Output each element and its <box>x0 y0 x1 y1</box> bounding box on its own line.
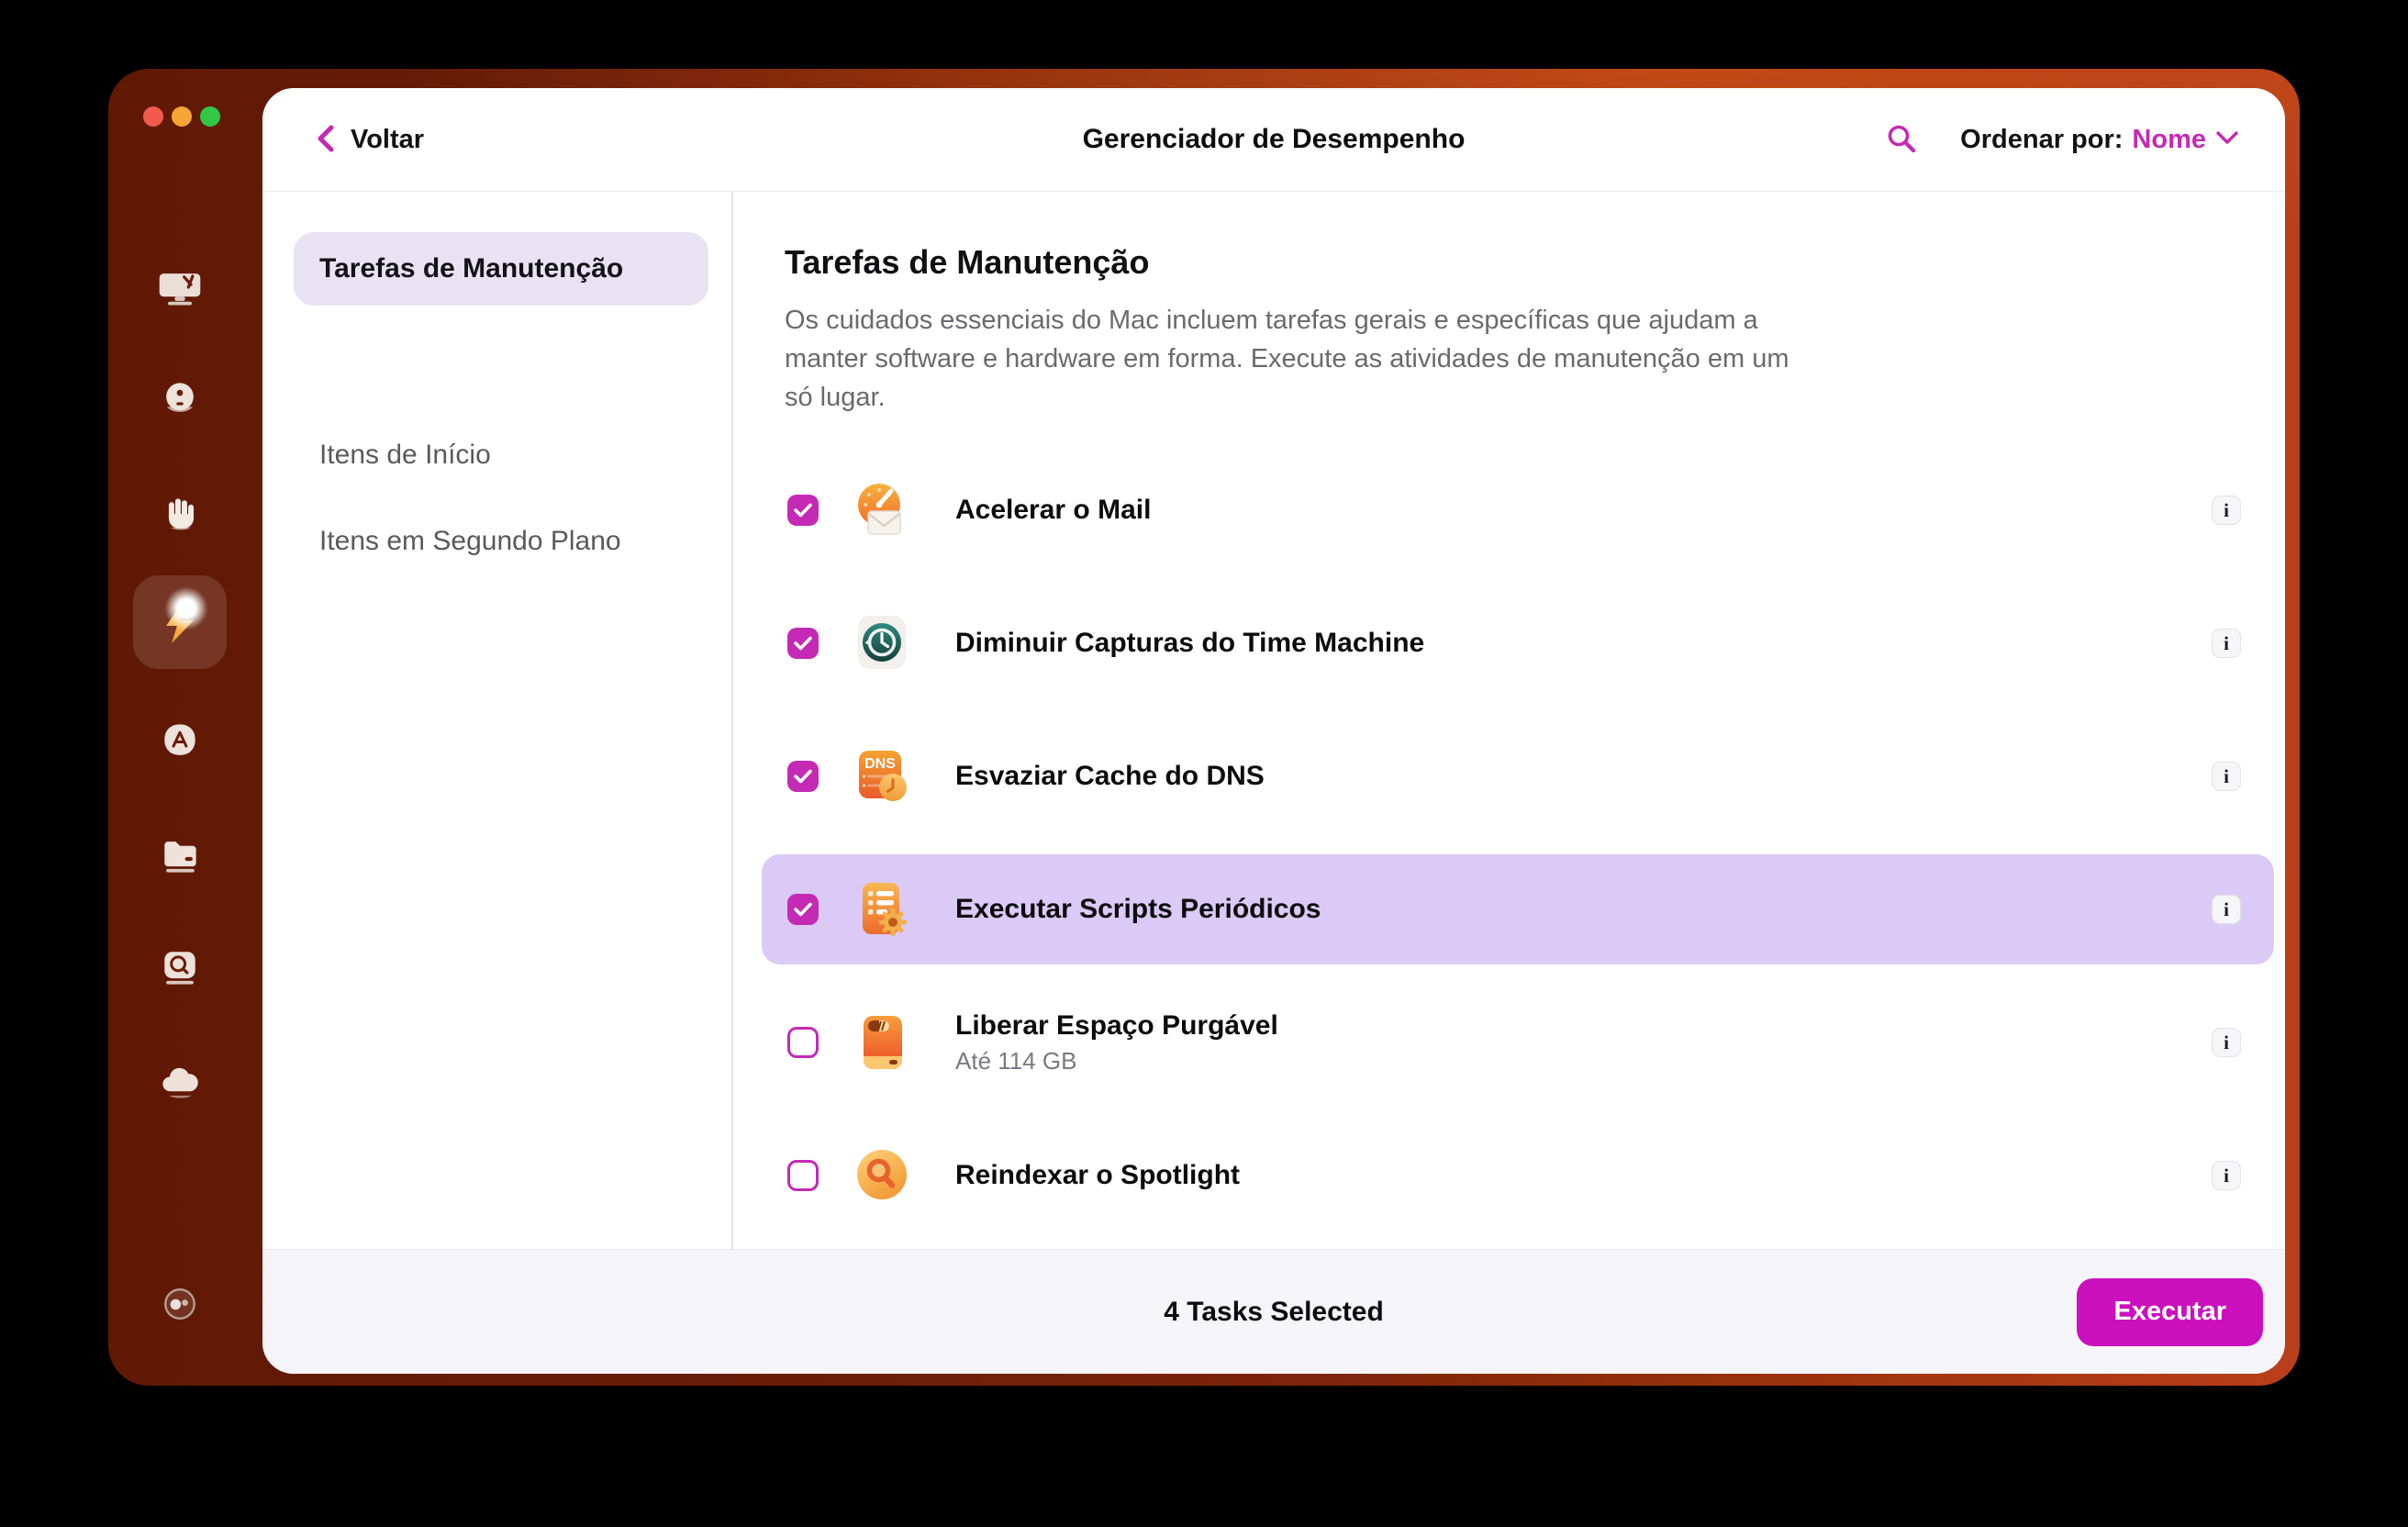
app-window: Voltar Gerenciador de Desempenho Orde <box>108 69 2300 1386</box>
chevron-down-icon <box>2215 130 2239 150</box>
back-label: Voltar <box>351 125 424 155</box>
back-button[interactable]: Voltar <box>314 124 424 156</box>
svg-text:DNS: DNS <box>864 756 896 772</box>
task-checkbox[interactable] <box>787 1027 819 1058</box>
info-icon: i <box>2224 1166 2229 1186</box>
rail-item-assistant[interactable] <box>156 1280 204 1328</box>
info-icon: i <box>2224 1033 2229 1053</box>
rail-item-cleanup[interactable] <box>156 263 204 311</box>
window-controls <box>143 106 220 127</box>
section-heading: Tarefas de Manutenção <box>785 244 2285 281</box>
scripts-gear-icon <box>853 880 911 939</box>
info-button[interactable]: i <box>2212 1028 2241 1057</box>
footer: 4 Tasks Selected Executar <box>262 1249 2285 1374</box>
header: Voltar Gerenciador de Desempenho Orde <box>262 88 2285 192</box>
task-checkbox[interactable] <box>787 761 819 792</box>
task-checkbox[interactable] <box>787 894 819 925</box>
notification-dot <box>165 587 207 630</box>
selected-count-status: 4 Tasks Selected <box>1164 1297 1384 1328</box>
nav-item-label: Itens de Início <box>319 440 491 471</box>
description-line: só lugar. <box>785 378 2285 417</box>
page-title: Gerenciador de Desempenho <box>1083 124 1466 155</box>
app-store-icon <box>156 718 204 765</box>
rail-item-space-lens[interactable] <box>156 943 204 991</box>
task-list: Acelerar o Mail i <box>762 455 2274 1231</box>
info-icon: i <box>2224 900 2229 920</box>
sort-value: Nome <box>2132 125 2206 155</box>
info-button[interactable]: i <box>2212 895 2241 924</box>
info-icon: i <box>2224 767 2229 786</box>
info-button[interactable]: i <box>2212 762 2241 791</box>
chevron-left-icon <box>314 124 336 156</box>
info-button[interactable]: i <box>2212 629 2241 658</box>
section-nav: Tarefas de Manutenção Itens de Início It… <box>262 192 733 1249</box>
sort-label: Ordenar por: <box>1960 125 2123 155</box>
rail-item-protection[interactable] <box>156 491 204 539</box>
task-checkbox[interactable] <box>787 495 819 526</box>
task-row-purgeable-space: Liberar Espaço Purgável Até 114 GB i <box>762 987 2274 1098</box>
task-row-speed-up-mail: Acelerar o Mail i <box>762 455 2274 565</box>
search-button[interactable] <box>1885 122 1918 158</box>
monitor-cleanup-icon <box>156 263 204 311</box>
nav-item-label: Tarefas de Manutenção <box>319 253 623 284</box>
task-row-dns-cache: DNS Esvaziar Cache do DNS i <box>762 721 2274 831</box>
task-checkbox[interactable] <box>787 628 819 659</box>
spotlight-icon <box>853 1146 911 1205</box>
disk-search-icon <box>156 943 204 991</box>
zoom-window-button[interactable] <box>200 106 220 127</box>
task-label: Liberar Espaço Purgável <box>955 1010 1278 1042</box>
nav-item-label: Itens em Segundo Plano <box>319 526 621 557</box>
header-actions: Ordenar por: Nome <box>1885 122 2285 158</box>
rail-item-smart-scan[interactable] <box>156 376 204 424</box>
screen: Voltar Gerenciador de Desempenho Orde <box>0 0 2408 1527</box>
run-button[interactable]: Executar <box>2077 1278 2263 1346</box>
task-label: Reindexar o Spotlight <box>955 1160 1240 1191</box>
task-row-time-machine: Diminuir Capturas do Time Machine i <box>762 588 2274 698</box>
folder-icon <box>156 831 204 879</box>
nav-item-login-items[interactable]: Itens de Início <box>294 418 708 492</box>
task-sublabel: Até 114 GB <box>955 1047 1278 1076</box>
assistant-orb-icon <box>156 1280 204 1328</box>
task-row-periodic-scripts: Executar Scripts Periódicos i <box>762 854 2274 964</box>
task-row-reindex-spotlight: Reindexar o Spotlight i <box>762 1120 2274 1231</box>
close-window-button[interactable] <box>143 106 163 127</box>
task-label: Acelerar o Mail <box>955 495 1151 526</box>
orb-icon <box>156 376 204 424</box>
content-panel: Voltar Gerenciador de Desempenho Orde <box>262 88 2285 1374</box>
task-label: Diminuir Capturas do Time Machine <box>955 628 1424 659</box>
task-label: Executar Scripts Periódicos <box>955 894 1321 925</box>
nav-item-maintenance-tasks[interactable]: Tarefas de Manutenção <box>294 232 708 306</box>
hand-protection-icon <box>156 491 204 539</box>
rail-item-performance[interactable] <box>156 598 204 646</box>
nav-item-background-items[interactable]: Itens em Segundo Plano <box>294 505 708 578</box>
cloud-icon <box>156 1059 204 1107</box>
description-line: Os cuidados essenciais do Mac incluem ta… <box>785 301 2285 340</box>
info-button[interactable]: i <box>2212 1161 2241 1190</box>
task-label: Esvaziar Cache do DNS <box>955 761 1265 792</box>
info-icon: i <box>2224 634 2229 653</box>
purgeable-drive-icon <box>853 1013 911 1072</box>
info-icon: i <box>2224 501 2229 520</box>
description-line: manter software e hardware em forma. Exe… <box>785 340 2285 378</box>
sort-dropdown[interactable]: Ordenar por: Nome <box>1960 125 2239 155</box>
task-checkbox[interactable] <box>787 1160 819 1191</box>
rail-item-applications[interactable] <box>156 718 204 765</box>
info-button[interactable]: i <box>2212 496 2241 525</box>
rail-item-cloud[interactable] <box>156 1059 204 1107</box>
section-description: Os cuidados essenciais do Mac incluem ta… <box>785 301 2285 417</box>
dns-clock-icon: DNS <box>853 747 911 806</box>
main-content: Tarefas de Manutenção Os cuidados essenc… <box>733 192 2285 1249</box>
search-icon <box>1885 122 1918 158</box>
rail-item-my-clutter[interactable] <box>156 831 204 879</box>
mail-speed-icon <box>853 481 911 540</box>
time-machine-icon <box>853 614 911 673</box>
minimize-window-button[interactable] <box>172 106 192 127</box>
